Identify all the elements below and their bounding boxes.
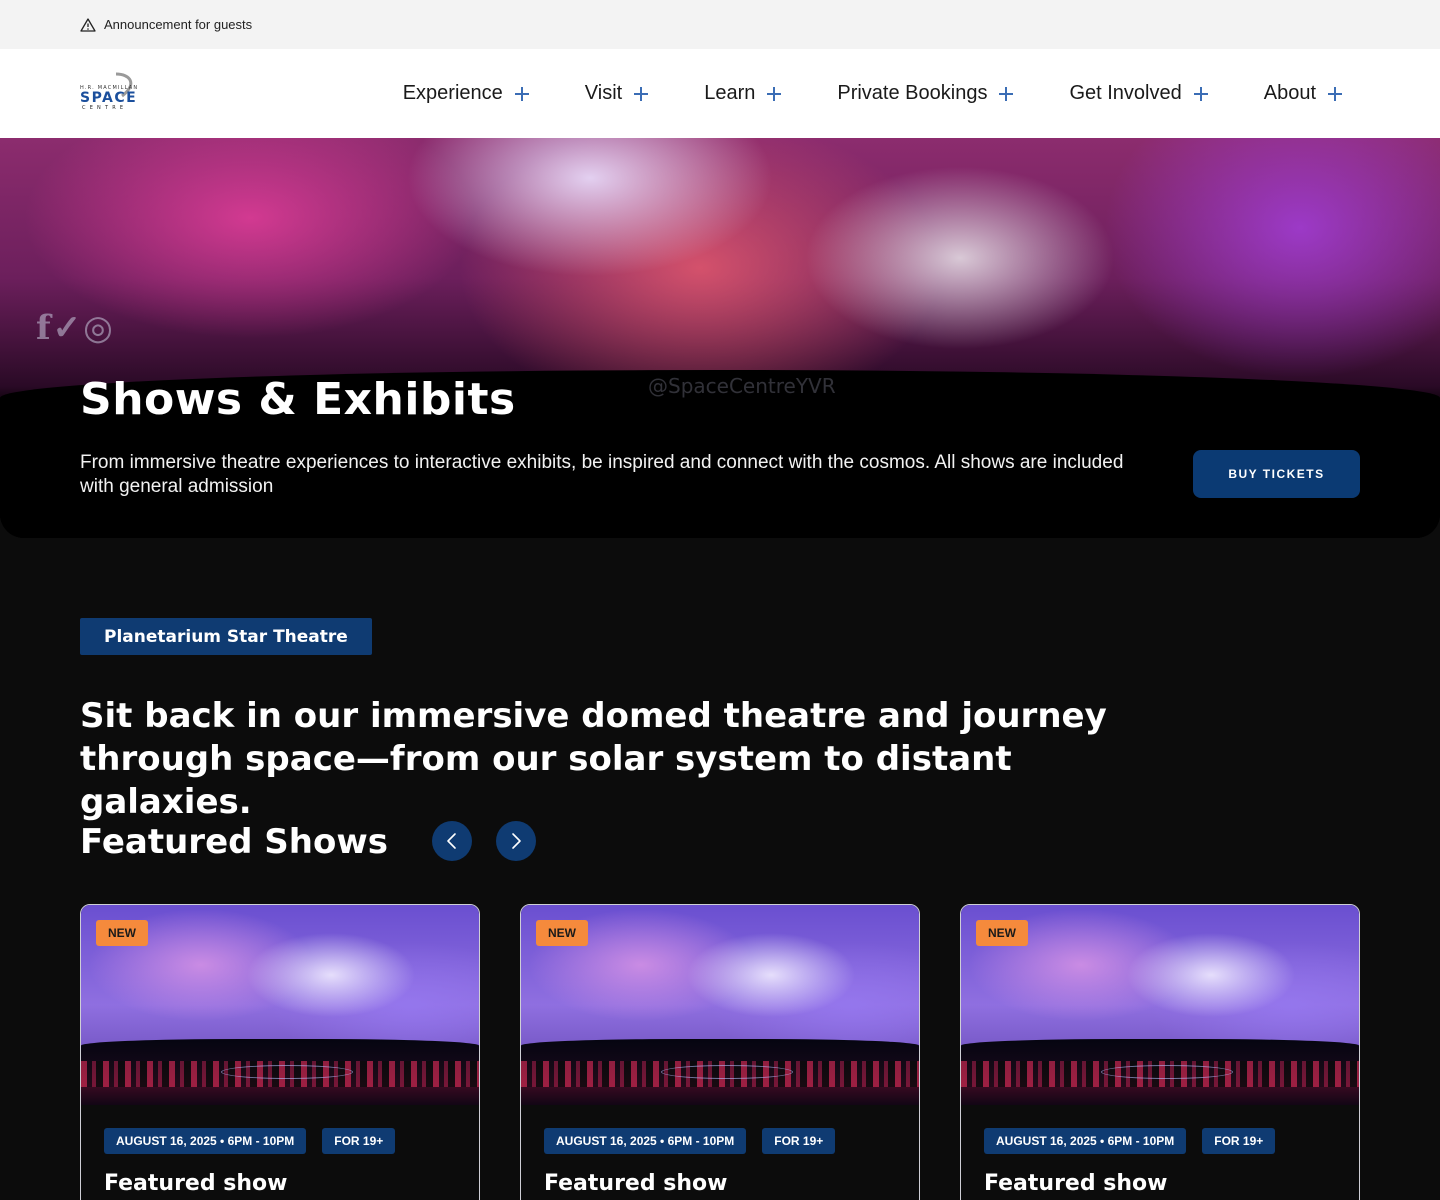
hero-handle: @SpaceCentreYVR bbox=[648, 374, 836, 398]
nav-item-label: Learn bbox=[704, 82, 756, 104]
logo-main-text: SPACE bbox=[80, 89, 138, 106]
date-pill: AUGUST 16, 2025 • 6PM - 10PM bbox=[104, 1128, 307, 1154]
show-title: Featured show bbox=[984, 1171, 1168, 1196]
logo-sub-text: CENTRE bbox=[82, 104, 128, 111]
carousel-prev-button[interactable] bbox=[432, 821, 472, 861]
buy-tickets-button[interactable]: BUY TICKETS bbox=[1193, 450, 1360, 498]
nav-item-private-bookings[interactable]: Private Bookings bbox=[837, 82, 1014, 105]
audience-graphic bbox=[961, 1039, 1359, 1105]
social-icons-graphic: f✓◎ bbox=[36, 308, 115, 348]
show-title: Featured show bbox=[544, 1171, 728, 1196]
plus-icon[interactable] bbox=[999, 86, 1014, 101]
new-badge: NEW bbox=[96, 920, 148, 946]
plus-icon[interactable] bbox=[514, 86, 529, 101]
page-title: Shows & Exhibits bbox=[80, 374, 516, 425]
show-meta: AUGUST 16, 2025 • 6PM - 10PM FOR 19+ bbox=[984, 1128, 1276, 1154]
show-card[interactable]: NEW AUGUST 16, 2025 • 6PM - 10PM FOR 19+… bbox=[80, 904, 480, 1200]
warning-icon bbox=[80, 17, 96, 32]
main-nav: H.R. MACMILLAN SPACE CENTRE Experience V… bbox=[0, 49, 1440, 138]
nav-item-label: About bbox=[1263, 82, 1316, 104]
new-badge: NEW bbox=[976, 920, 1028, 946]
announcement-bar: Announcement for guests bbox=[0, 0, 1440, 49]
date-pill: AUGUST 16, 2025 • 6PM - 10PM bbox=[984, 1128, 1187, 1154]
audience-graphic bbox=[81, 1039, 479, 1105]
section-intro: Sit back in our immersive domed theatre … bbox=[80, 696, 1107, 822]
chevron-left-icon bbox=[447, 833, 456, 849]
carousel-next-button[interactable] bbox=[496, 821, 536, 861]
show-card[interactable]: NEW AUGUST 16, 2025 • 6PM - 10PM FOR 19+… bbox=[960, 904, 1360, 1200]
age-pill: FOR 19+ bbox=[1202, 1128, 1276, 1154]
nav-item-label: Visit bbox=[584, 82, 623, 104]
nav-item-visit[interactable]: Visit bbox=[584, 82, 649, 105]
new-badge: NEW bbox=[536, 920, 588, 946]
show-title: Featured show bbox=[104, 1171, 288, 1196]
plus-icon[interactable] bbox=[767, 86, 782, 101]
chevron-right-icon bbox=[512, 833, 521, 849]
show-meta: AUGUST 16, 2025 • 6PM - 10PM FOR 19+ bbox=[104, 1128, 396, 1154]
hero-banner: f✓◎ @SpaceCentreYVR Shows & Exhibits Fro… bbox=[0, 138, 1440, 538]
nav-item-about[interactable]: About bbox=[1264, 82, 1342, 105]
hero-description: From immersive theatre experiences to in… bbox=[80, 452, 1124, 497]
section-tag: Planetarium Star Theatre bbox=[80, 618, 372, 655]
nav-item-experience[interactable]: Experience bbox=[403, 82, 529, 105]
plus-icon[interactable] bbox=[1328, 86, 1342, 101]
plus-icon[interactable] bbox=[1193, 86, 1208, 101]
nav-item-label: Experience bbox=[402, 82, 503, 104]
show-meta: AUGUST 16, 2025 • 6PM - 10PM FOR 19+ bbox=[544, 1128, 836, 1154]
site-logo[interactable]: H.R. MACMILLAN SPACE CENTRE bbox=[80, 72, 154, 116]
nav-item-learn[interactable]: Learn bbox=[704, 82, 782, 105]
nav-item-label: Get Involved bbox=[1069, 82, 1182, 104]
plus-icon[interactable] bbox=[634, 86, 649, 101]
nav-item-label: Private Bookings bbox=[837, 82, 988, 104]
featured-shows-title: Featured Shows bbox=[80, 822, 389, 862]
announcement-text[interactable]: Announcement for guests bbox=[104, 17, 252, 32]
age-pill: FOR 19+ bbox=[762, 1128, 836, 1154]
show-card[interactable]: NEW AUGUST 16, 2025 • 6PM - 10PM FOR 19+… bbox=[520, 904, 920, 1200]
featured-shows-list: NEW AUGUST 16, 2025 • 6PM - 10PM FOR 19+… bbox=[80, 904, 1360, 1200]
nav-item-get-involved[interactable]: Get Involved bbox=[1069, 82, 1208, 105]
audience-graphic bbox=[521, 1039, 919, 1105]
age-pill: FOR 19+ bbox=[322, 1128, 396, 1154]
nav-menu: Experience Visit Learn Private Bookings … bbox=[403, 49, 1342, 138]
date-pill: AUGUST 16, 2025 • 6PM - 10PM bbox=[544, 1128, 747, 1154]
